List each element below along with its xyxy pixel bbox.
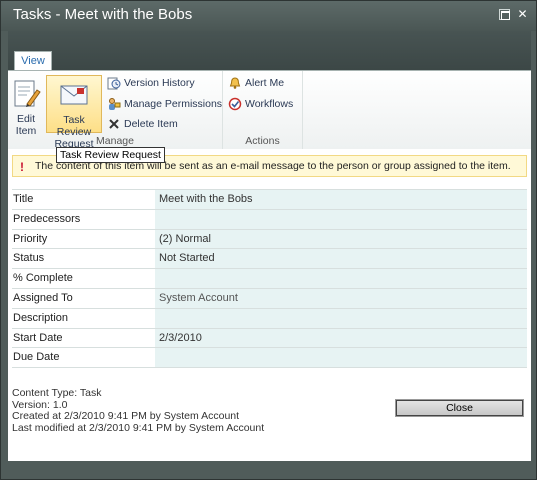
delete-icon [107,117,121,131]
field-value: 2/3/2010 [155,328,527,348]
ribbon: Edit Item Task Review Request Version Hi… [8,70,531,150]
content-area: ! The content of this item will be sent … [8,149,531,461]
field-value: (2) Normal [155,229,527,249]
permissions-icon [107,97,121,111]
item-metadata: Content Type: Task Version: 1.0 Created … [12,387,265,434]
field-label: Assigned To [12,288,155,308]
field-row: Start Date 2/3/2010 [12,328,527,349]
ribbon-tab-strip: View [8,31,531,71]
field-label: % Complete [12,269,155,288]
field-row: Title Meet with the Bobs [12,190,527,210]
actions-group-label: Actions [245,135,280,147]
envelope-icon [58,79,90,111]
tab-view[interactable]: View [14,51,52,71]
dialog-title: Tasks - Meet with the Bobs [13,6,193,23]
ribbon-group-manage: Edit Item Task Review Request Version Hi… [8,71,223,150]
field-row: Due Date [12,348,527,369]
field-label: Status [12,249,155,269]
ribbon-group-actions: Alert Me Workflows Actions [223,71,303,150]
item-form: Title Meet with the Bobs Predecessors Prior… [12,189,527,369]
field-value: System Account [155,288,527,308]
field-label: Due Date [12,348,155,368]
version-history-label: Version History [124,77,195,89]
content-type-text: Content Type: Task [12,387,102,399]
field-value [155,269,527,288]
workflows-label: Workflows [245,98,294,110]
manage-permissions-button[interactable]: Manage Permissions [106,95,222,113]
delete-item-button[interactable]: Delete Item [106,115,178,133]
version-history-icon [107,76,121,90]
field-row: Assigned To System Account [12,288,527,309]
maximize-icon[interactable] [499,9,510,20]
field-value [155,308,527,328]
version-history-button[interactable]: Version History [106,74,195,92]
edit-item-button[interactable]: Edit Item [10,75,42,137]
task-review-request-button[interactable]: Task Review Request [46,75,102,150]
field-label: Predecessors [12,209,155,229]
delete-item-label: Delete Item [124,118,178,130]
manage-group-label: Manage [96,135,134,147]
edit-item-label-1: Edit [16,113,36,125]
field-value: Meet with the Bobs [155,190,527,209]
task-review-tooltip: Task Review Request [56,147,165,163]
close-button[interactable]: Close [395,399,524,417]
alert-icon [228,76,242,90]
warning-icon: ! [20,160,24,174]
alert-me-label: Alert Me [245,77,285,89]
field-row: % Complete [12,269,527,289]
field-value [155,209,527,229]
edit-item-icon [10,78,42,110]
modified-text: Last modified at 2/3/2010 9:41 PM by Sys… [12,421,265,434]
field-row: Priority (2) Normal [12,229,527,250]
workflows-button[interactable]: Workflows [227,95,293,113]
field-value [155,348,527,368]
close-icon[interactable]: ✕ [517,8,528,20]
field-row: Description [12,308,527,329]
field-label: Title [12,190,155,209]
field-label: Description [12,308,155,328]
workflows-icon [228,97,242,111]
manage-permissions-label: Manage Permissions [124,98,223,110]
alert-me-button[interactable]: Alert Me [227,74,284,92]
field-value: Not Started [155,249,527,269]
dialog-window: Tasks - Meet with the Bobs ✕ View Edit I… [0,0,537,480]
title-bar[interactable]: Tasks - Meet with the Bobs ✕ [1,1,536,31]
field-row: Status Not Started [12,249,527,270]
created-text: Created at 2/3/2010 9:41 PM by System Ac… [12,410,240,422]
dialog-bottom-bar [8,461,531,473]
field-label: Priority [12,229,155,249]
field-row: Predecessors [12,209,527,230]
field-label: Start Date [12,328,155,348]
